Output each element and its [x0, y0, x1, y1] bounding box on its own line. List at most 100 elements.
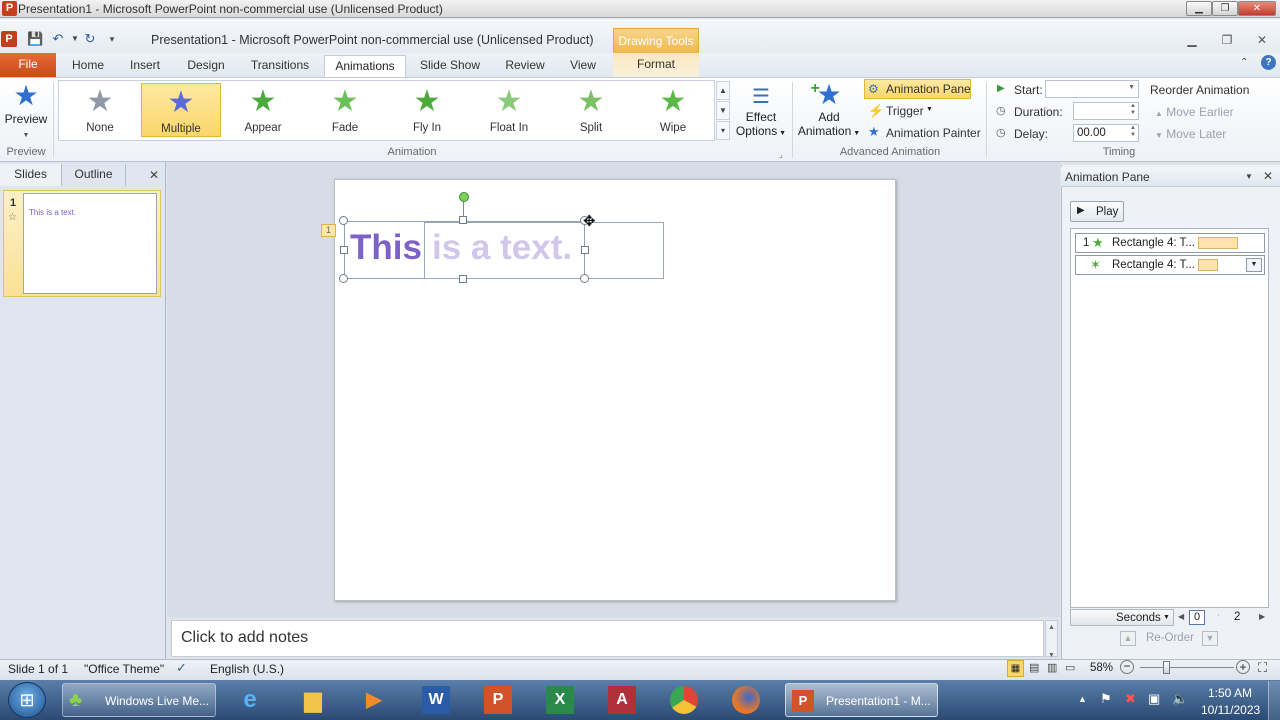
slide-text-this[interactable]: This — [350, 228, 422, 268]
internet-explorer-icon[interactable]: e — [230, 684, 270, 716]
redo-icon[interactable]: ↻ — [82, 31, 98, 47]
notes-pane[interactable]: Click to add notes — [171, 620, 1044, 657]
animation-list-item[interactable]: ✶ Rectangle 4: T... ▼ — [1075, 255, 1265, 275]
resize-handle[interactable] — [339, 274, 348, 283]
collapse-ribbon-icon[interactable]: ⌃ — [1240, 57, 1248, 68]
start-button[interactable]: ⊞ — [8, 682, 46, 718]
media-player-icon[interactable]: ▶ — [354, 684, 394, 716]
undo-icon[interactable]: ↶ — [50, 31, 66, 47]
animation-tag-badge[interactable]: 1 — [321, 224, 336, 237]
gallery-item-float-in[interactable]: ★ Float In — [469, 83, 549, 137]
timeline-right-icon[interactable]: ▶ — [1259, 612, 1265, 621]
tab-transitions[interactable]: Transitions — [244, 55, 316, 77]
gallery-item-split[interactable]: ★ Split — [551, 83, 631, 137]
gallery-item-fly-in[interactable]: ★ Fly In — [387, 83, 467, 137]
show-desktop-button[interactable] — [1268, 681, 1280, 720]
animation-pane-button[interactable]: ⚙ Animation Pane — [864, 79, 971, 99]
slide-text-rest[interactable]: is a text. — [432, 228, 572, 268]
gallery-scroll-up-icon[interactable]: ▲ — [716, 81, 730, 100]
word-icon[interactable]: W — [416, 684, 456, 716]
status-language[interactable]: English (U.S.) — [210, 662, 284, 676]
start-select[interactable]: ▼ — [1045, 80, 1139, 98]
gallery-item-none[interactable]: ★ None — [60, 83, 140, 137]
resize-handle[interactable] — [580, 274, 589, 283]
tab-slide-show[interactable]: Slide Show — [414, 55, 486, 77]
taskbar-live-messenger[interactable]: ♣ Windows Live Me... — [62, 683, 216, 717]
tab-home[interactable]: Home — [64, 55, 112, 77]
gallery-item-fade[interactable]: ★ Fade — [305, 83, 385, 137]
undo-dropdown-icon[interactable]: ▼ — [67, 31, 83, 47]
firefox-icon[interactable] — [726, 684, 766, 716]
gallery-more-icon[interactable]: ▾ — [716, 121, 730, 140]
zoom-slider-thumb[interactable] — [1163, 661, 1171, 674]
app-close-icon[interactable]: ✕ — [1253, 32, 1271, 48]
tab-file[interactable]: File — [0, 53, 56, 77]
add-animation-button[interactable]: ★ + Add Animation ▼ — [796, 80, 862, 144]
close-pane-icon[interactable]: ✕ — [149, 168, 159, 182]
zoom-slider-track[interactable] — [1140, 667, 1234, 668]
tray-action-center-icon[interactable]: ✖ — [1125, 691, 1136, 707]
show-hidden-icons-icon[interactable]: ▲ — [1078, 694, 1087, 704]
save-icon[interactable]: 💾 — [27, 31, 43, 47]
tab-animations[interactable]: Animations — [324, 55, 406, 77]
fit-to-window-icon[interactable]: ⛶ — [1258, 660, 1267, 676]
timeline-left-icon[interactable]: ◀ — [1178, 612, 1184, 621]
effect-options-button[interactable]: ☰ Effect Options ▼ — [734, 84, 788, 144]
normal-view-icon[interactable]: ▦ — [1007, 660, 1024, 677]
duration-spinner[interactable]: ▲ ▼ — [1073, 102, 1139, 120]
zoom-out-icon[interactable]: − — [1120, 660, 1134, 674]
app-minimize-icon[interactable]: ▁ — [1183, 32, 1201, 48]
play-button[interactable]: ▶ Play — [1070, 201, 1124, 222]
trigger-button[interactable]: ⚡ Trigger ▼ — [866, 103, 936, 121]
tray-volume-icon[interactable]: 🔈 — [1172, 691, 1188, 707]
app-logo-icon[interactable]: P — [1, 31, 17, 47]
resize-handle[interactable] — [459, 275, 467, 283]
gallery-scroll-down-icon[interactable]: ▼ — [716, 101, 730, 120]
chrome-icon[interactable] — [664, 684, 704, 716]
preview-button[interactable]: ★ Preview ▼ — [2, 80, 50, 142]
file-explorer-icon[interactable]: ▆ — [293, 684, 333, 716]
tab-insert[interactable]: Insert — [122, 55, 168, 77]
close-animation-pane-icon[interactable]: ✕ — [1263, 169, 1273, 183]
spell-check-icon[interactable]: ✓ — [176, 660, 187, 676]
pane-options-dropdown-icon[interactable]: ▼ — [1245, 172, 1253, 181]
tray-network-icon[interactable]: ⚑ — [1100, 691, 1112, 707]
reorder-down-icon[interactable]: ▼ — [1202, 631, 1218, 646]
move-later-button[interactable]: ▼ Move Later — [1155, 127, 1226, 141]
taskbar-presentation[interactable]: P Presentation1 - M... — [785, 683, 938, 717]
close-window-icon[interactable]: ✕ — [1238, 1, 1276, 16]
customize-qat-icon[interactable]: ▾ — [104, 31, 120, 47]
zoom-in-icon[interactable]: + — [1236, 660, 1250, 674]
excel-icon[interactable]: X — [540, 684, 580, 716]
tray-time[interactable]: 1:50 AM — [1208, 686, 1252, 700]
resize-handle[interactable] — [340, 246, 348, 254]
seconds-dropdown[interactable]: Seconds ▼ — [1070, 609, 1174, 626]
minimize-icon[interactable]: ▁ — [1186, 1, 1212, 16]
tray-date[interactable]: 10/11/2023 — [1201, 703, 1260, 717]
tab-review[interactable]: Review — [500, 55, 550, 77]
gallery-item-multiple[interactable]: ★ Multiple — [141, 83, 221, 137]
move-earlier-button[interactable]: ▲ Move Earlier — [1155, 105, 1234, 119]
tab-slides[interactable]: Slides — [0, 164, 62, 186]
tab-outline[interactable]: Outline — [62, 164, 126, 186]
notes-scrollbar[interactable]: ▲ ▼ — [1045, 620, 1058, 659]
help-icon[interactable]: ? — [1261, 55, 1276, 70]
slide-sorter-icon[interactable]: ▤ — [1029, 661, 1039, 674]
zoom-level[interactable]: 58% — [1090, 662, 1113, 674]
gallery-item-wipe[interactable]: ★ Wipe — [633, 83, 713, 137]
access-icon[interactable]: A — [602, 684, 642, 716]
app-restore-icon[interactable]: ❐ — [1218, 32, 1236, 48]
reorder-up-icon[interactable]: ▲ — [1120, 631, 1136, 646]
resize-handle[interactable] — [459, 216, 467, 224]
animation-dialog-launcher-icon[interactable]: ⌟ — [779, 150, 783, 159]
rotation-handle[interactable] — [459, 192, 469, 202]
tray-monitor-icon[interactable]: ▣ — [1148, 691, 1160, 707]
slide-show-view-icon[interactable]: ▭ — [1065, 661, 1075, 674]
reading-view-icon[interactable]: ▥ — [1047, 661, 1057, 674]
restore-icon[interactable]: ❐ — [1212, 1, 1238, 16]
resize-handle[interactable] — [339, 216, 348, 225]
tab-design[interactable]: Design — [180, 55, 232, 77]
powerpoint-taskbar-icon[interactable]: P — [478, 684, 518, 716]
animation-list-item[interactable]: 1 ★ Rectangle 4: T... — [1075, 233, 1265, 253]
status-theme[interactable]: "Office Theme" — [84, 662, 164, 676]
